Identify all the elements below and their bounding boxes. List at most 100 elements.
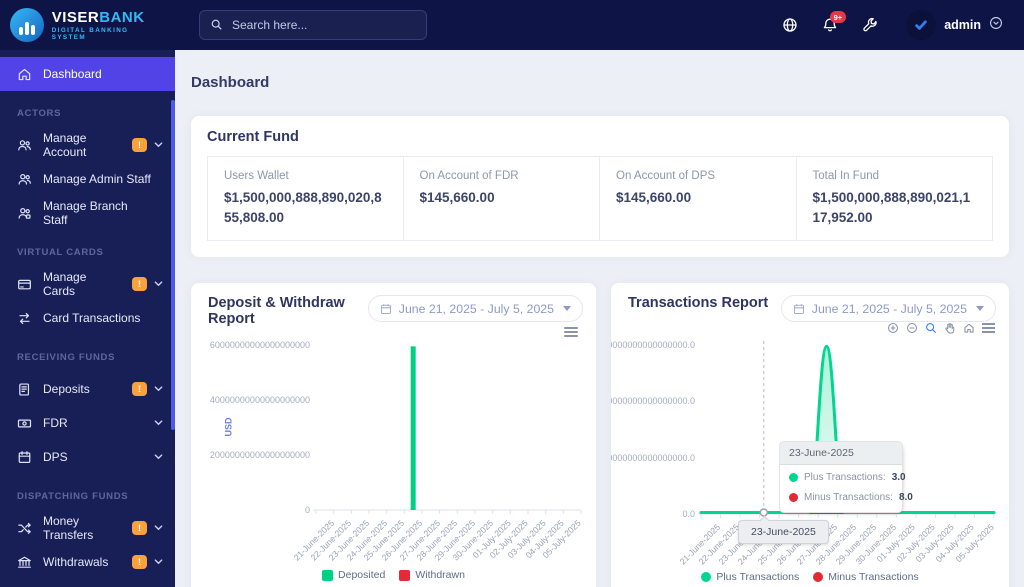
home-icon xyxy=(17,67,32,82)
stat-label: Users Wallet xyxy=(224,170,289,182)
notifications-bell-icon[interactable]: 9+ xyxy=(822,11,847,33)
chart-toolbar xyxy=(887,321,995,334)
stat-value: $1,500,000,888,890,020,855,808.00 xyxy=(224,190,382,225)
user-menu[interactable]: admin xyxy=(906,10,1003,40)
exchange-icon xyxy=(17,311,32,326)
sidebar-item-manage-account[interactable]: Manage Account! xyxy=(0,128,175,162)
branch-staff-icon xyxy=(17,206,32,221)
alert-badge: ! xyxy=(132,521,147,535)
tooltip-date: 23-June-2025 xyxy=(780,442,902,466)
chevron-down-icon xyxy=(154,416,163,430)
fund-stat-on-account-of-fdr: On Account of FDR $145,660.00 xyxy=(402,156,600,242)
transfers-icon xyxy=(17,521,32,536)
y-axis-tick-label: 60000000000000000000.0 xyxy=(611,340,695,351)
caret-down-icon xyxy=(976,306,984,312)
y-axis-title: USD xyxy=(223,417,234,437)
alert-badge: ! xyxy=(132,138,147,152)
sidebar-item-label: Manage Branch Staff xyxy=(43,199,128,227)
deposit-withdraw-report-card: Deposit & Withdraw Report June 21, 2025 … xyxy=(191,283,596,587)
sidebar-item-card-transactions[interactable]: Card Transactions xyxy=(0,301,175,335)
sidebar: VISERBANK DIGITAL BANKING SYSTEM Dashboa… xyxy=(0,0,175,587)
sidebar-item-deposits[interactable]: Deposits! xyxy=(0,372,175,406)
settings-wrench-icon[interactable] xyxy=(862,17,878,33)
chart-tooltip: 23-June-2025 Plus Transactions: 3.0 Minus T… xyxy=(779,441,913,514)
sidebar-item-dps[interactable]: DPS xyxy=(0,440,175,474)
card-icon xyxy=(17,277,32,292)
transactions-report-title: Transactions Report xyxy=(628,295,769,312)
search-input[interactable] xyxy=(199,10,427,40)
pan-hand-icon[interactable] xyxy=(944,322,956,334)
sidebar-item-withdrawals[interactable]: Withdrawals! xyxy=(0,545,175,579)
legend-item-minus-transactions[interactable]: Minus Transactions xyxy=(813,571,919,584)
brand-name: VISERBANK xyxy=(51,8,145,26)
current-fund-card: Current Fund Users Wallet $1,500,000,888,… xyxy=(191,116,1009,258)
chevron-down-icon xyxy=(154,555,163,569)
zoom-in-icon[interactable] xyxy=(887,322,899,334)
fund-stat-users-wallet: Users Wallet $1,500,000,888,890,020,855,8… xyxy=(207,156,404,242)
legend-label: Plus Transactions xyxy=(716,571,800,584)
admin-staff-icon xyxy=(17,172,32,187)
sidebar-item-money-transfers[interactable]: Money Transfers! xyxy=(0,511,175,545)
notification-count-badge: 9+ xyxy=(829,11,847,23)
legend-item-withdrawn[interactable]: Withdrawn xyxy=(399,569,465,581)
sidebar-item-label: FDR xyxy=(43,416,68,430)
chevron-down-icon xyxy=(154,450,163,464)
stat-value: $1,500,000,888,890,021,117,952.00 xyxy=(812,190,971,225)
y-axis-tick-label: 20000000000000000000.0 xyxy=(611,452,695,463)
y-axis-tick-label: 60000000000000000000 xyxy=(209,340,310,351)
fund-stat-on-account-of-dps: On Account of DPS $145,660.00 xyxy=(599,156,797,242)
brand-logo[interactable]: VISERBANK DIGITAL BANKING SYSTEM xyxy=(0,0,175,50)
chart-legend: Deposited Withdrawn xyxy=(191,569,596,581)
y-axis-tick-label: 0.0 xyxy=(682,509,695,520)
y-axis-tick-label: 40000000000000000000.0 xyxy=(611,396,695,407)
x-axis-tooltip: 23-June-2025 xyxy=(738,515,829,545)
sidebar-item-label: Manage Admin Staff xyxy=(43,172,151,186)
users-icon xyxy=(17,138,32,153)
sidebar-item-loans[interactable]: Loans! xyxy=(0,579,175,587)
selection-zoom-icon[interactable] xyxy=(925,322,937,334)
legend-item-plus-transactions[interactable]: Plus Transactions xyxy=(701,571,799,583)
sidebar-item-label: Manage Account xyxy=(43,131,87,159)
sidebar-item-manage-cards[interactable]: Manage Cards! xyxy=(0,267,175,301)
legend-label: Minus Transactions xyxy=(828,571,919,584)
avatar xyxy=(906,10,937,40)
user-name: admin xyxy=(944,18,981,32)
legend-item-deposited[interactable]: Deposited xyxy=(322,569,385,581)
chart-menu-icon[interactable] xyxy=(982,321,995,334)
sidebar-item-dashboard[interactable]: Dashboard xyxy=(0,57,175,91)
sidebar-item-fdr[interactable]: FDR xyxy=(0,406,175,440)
sidebar-item-label: Dashboard xyxy=(43,67,102,81)
transactions-date-range-picker[interactable]: June 21, 2025 - July 5, 2025 xyxy=(780,295,996,323)
stat-value: $145,660.00 xyxy=(419,190,495,205)
alert-badge: ! xyxy=(132,555,147,569)
alert-badge: ! xyxy=(132,382,147,396)
legend-marker xyxy=(813,572,824,583)
current-fund-title: Current Fund xyxy=(207,129,299,145)
sidebar-section-label: RECEIVING FUNDS xyxy=(17,352,116,363)
sidebar-item-label: Withdrawals xyxy=(43,555,109,569)
sidebar-item-label: DPS xyxy=(43,450,68,464)
sidebar-scrollbar[interactable] xyxy=(171,100,175,430)
chevron-down-icon xyxy=(154,277,163,291)
verified-check-icon xyxy=(915,20,927,30)
app-window: VISERBANK DIGITAL BANKING SYSTEM Dashboa… xyxy=(0,0,1024,587)
brand-tagline: DIGITAL BANKING SYSTEM xyxy=(51,26,129,41)
x-axis-tooltip-pointer xyxy=(759,515,770,526)
sidebar-item-manage-admin-staff[interactable]: Manage Admin Staff xyxy=(0,162,175,196)
sidebar-item-label: Money Transfers xyxy=(43,514,94,542)
zoom-out-icon[interactable] xyxy=(906,322,918,334)
bank-icon xyxy=(17,555,32,570)
chart-menu-icon[interactable] xyxy=(564,325,578,339)
stat-value: $145,660.00 xyxy=(616,190,692,205)
sidebar-item-manage-branch-staff[interactable]: Manage Branch Staff xyxy=(0,196,175,230)
y-axis-tick-label: 0 xyxy=(304,505,310,516)
sidebar-section-label: DISPATCHING FUNDS xyxy=(17,491,129,502)
search-icon xyxy=(211,19,222,30)
reset-home-icon[interactable] xyxy=(963,322,975,334)
user-chevron-down-icon xyxy=(989,16,1003,35)
stat-label: On Account of DPS xyxy=(616,170,716,182)
language-globe-icon[interactable] xyxy=(782,17,798,33)
sidebar-item-label: Card Transactions xyxy=(43,311,141,325)
deposit-withdraw-date-range-picker[interactable]: June 21, 2025 - July 5, 2025 xyxy=(367,295,583,323)
legend-label: Withdrawn xyxy=(415,569,465,582)
